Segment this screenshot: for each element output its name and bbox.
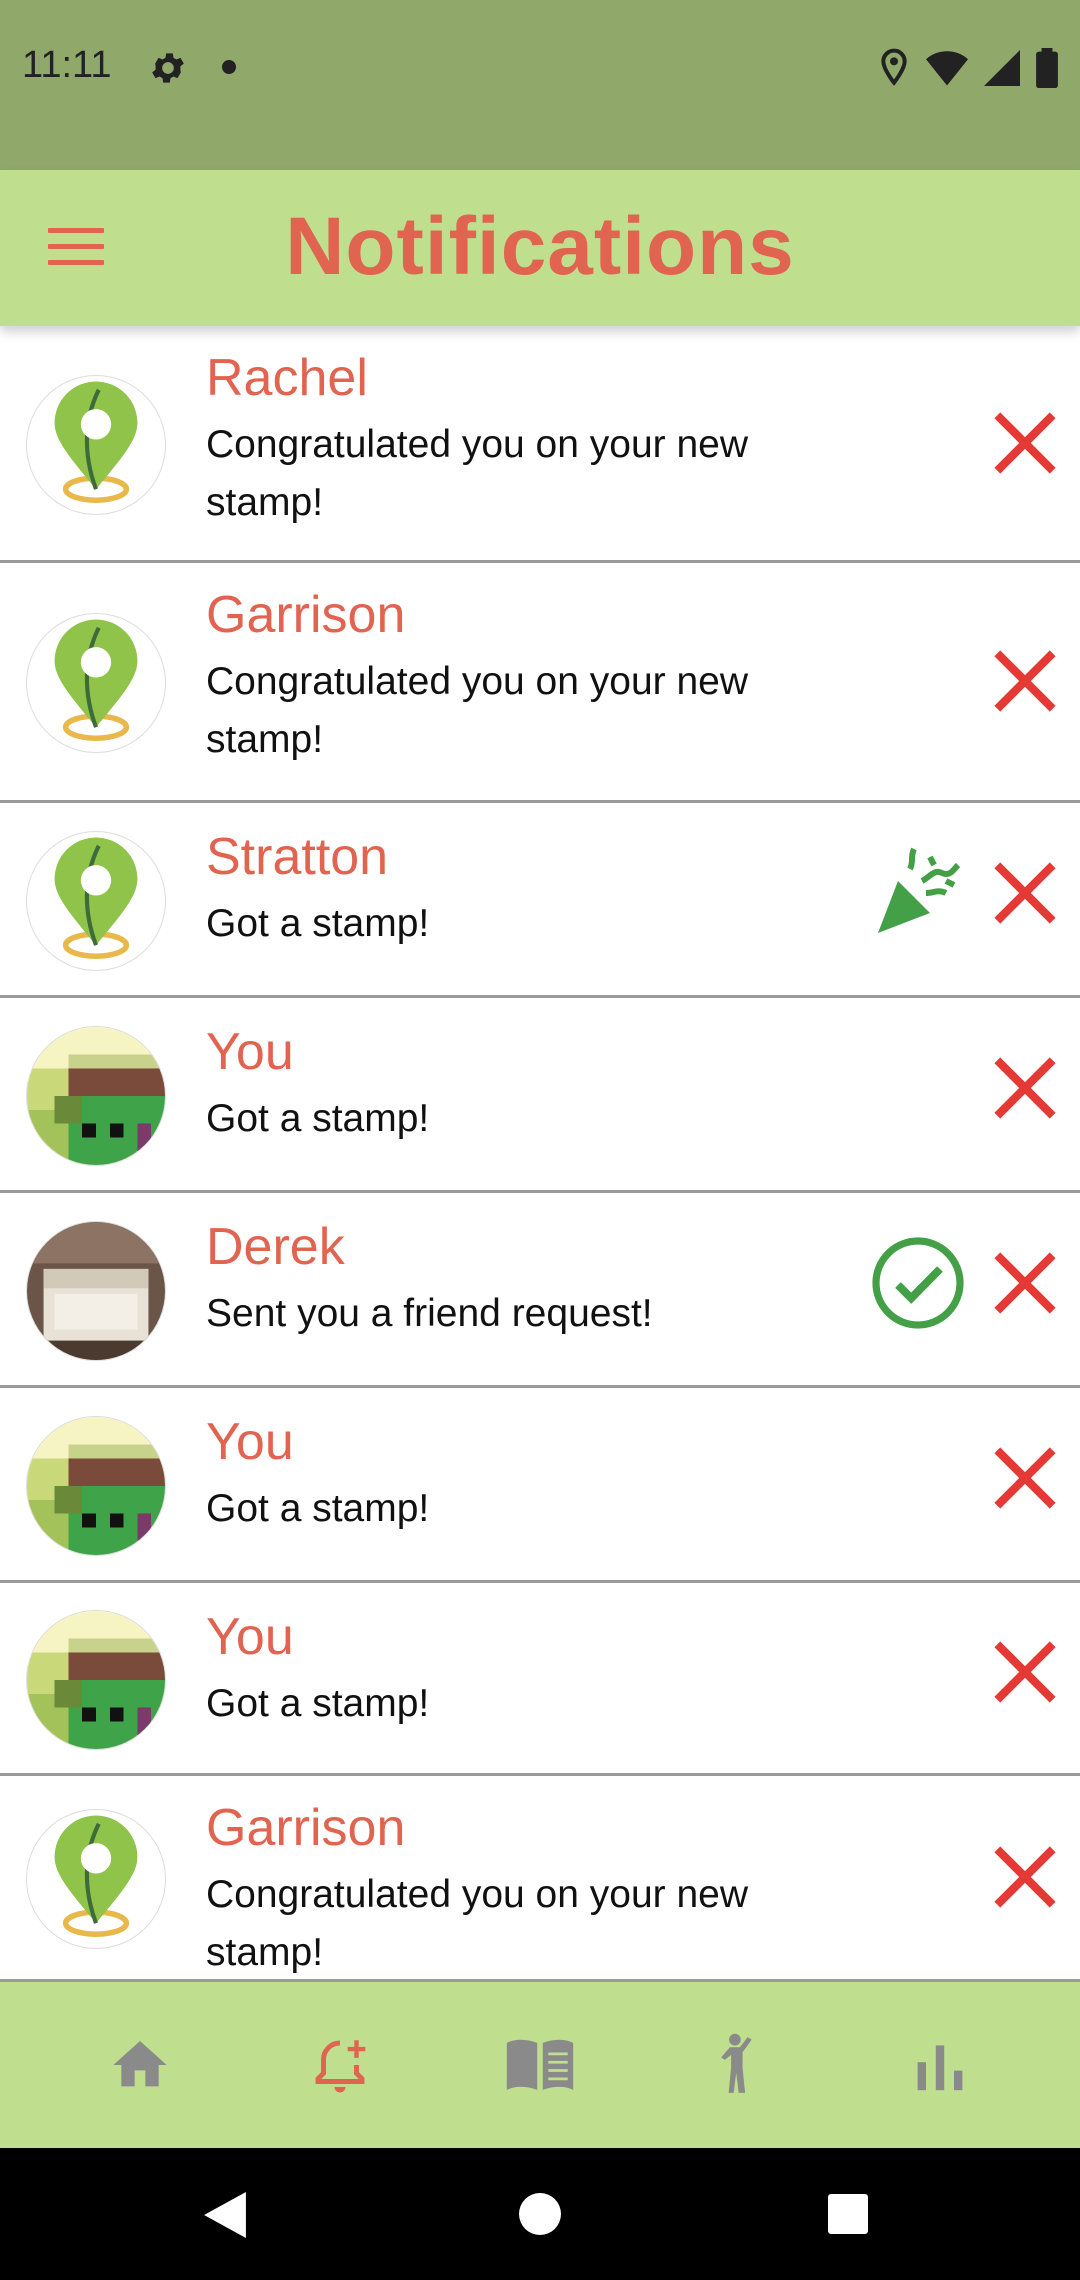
close-icon[interactable] [992,410,1058,476]
sender-name: Stratton [206,828,389,886]
avatar [26,1221,166,1361]
map-pin-icon [26,613,166,753]
notification-row[interactable]: Garrison Congratulated you on your new s… [0,1776,1080,1982]
notification-message: Sent you a friend request! [206,1292,653,1335]
close-icon[interactable] [992,648,1058,714]
close-icon[interactable] [992,1250,1058,1316]
sender-name: Garrison [206,1799,406,1857]
book-icon [506,2039,574,2090]
sender-name: You [206,1023,294,1081]
notification-message: Got a stamp! [206,1487,430,1530]
home-circle-icon[interactable] [519,2193,561,2235]
nav-book[interactable] [500,2025,580,2105]
map-pin-icon [26,831,166,971]
status-bar: 11:11 [0,0,1080,170]
notification-row[interactable]: Garrison Congratulated you on your new s… [0,563,1080,803]
notification-dot [222,60,236,74]
avatar [26,1026,166,1166]
sender-name: Garrison [206,586,406,644]
close-icon[interactable] [992,1445,1058,1511]
back-icon[interactable] [204,2192,246,2238]
notification-add-icon [315,2040,366,2093]
notification-message: Got a stamp! [206,1097,430,1140]
notification-row[interactable]: You Got a stamp! [0,1583,1080,1776]
map-pin-icon [26,1809,166,1949]
party-popper-icon[interactable] [870,845,966,941]
avatar [26,1416,166,1556]
nav-person[interactable] [700,2025,780,2105]
sender-name: You [206,1413,294,1471]
notification-message: Got a stamp! [206,1682,430,1725]
signal-icon [984,50,1020,86]
wifi-icon [926,51,968,86]
nav-notifications[interactable] [300,2025,380,2105]
notification-row[interactable]: Rachel Congratulated you on your new sta… [0,326,1080,563]
notification-message: Congratulated you on your new stamp! [206,660,749,761]
close-icon[interactable] [992,1844,1058,1910]
notification-row[interactable]: You Got a stamp! [0,1388,1080,1583]
person-waving-icon [721,2033,752,2093]
notification-row[interactable]: Derek Sent you a friend request! [0,1193,1080,1388]
map-pin-icon [26,375,166,515]
bar-chart-icon [917,2045,963,2091]
sender-name: Rachel [206,349,368,407]
notification-row[interactable]: Stratton Got a stamp! [0,803,1080,998]
system-navigation-bar [0,2148,1080,2280]
nav-stats[interactable] [900,2025,980,2105]
bottom-navigation [0,1982,1080,2148]
notification-list[interactable]: Rachel Congratulated you on your new sta… [0,326,1080,1982]
close-icon[interactable] [992,1055,1058,1121]
avatar [26,1610,166,1750]
close-icon[interactable] [992,1639,1058,1705]
battery-icon [1036,48,1058,88]
check-circle-icon[interactable] [870,1235,966,1331]
notification-message: Congratulated you on your new stamp! [206,1873,749,1974]
location-icon [881,48,907,86]
page-title: Notifications [285,201,795,292]
close-icon[interactable] [992,860,1058,926]
notification-row[interactable]: You Got a stamp! [0,998,1080,1193]
nav-home[interactable] [100,2025,180,2105]
recents-square-icon[interactable] [828,2194,868,2234]
notification-message: Got a stamp! [206,902,430,945]
status-icons [878,46,1058,90]
home-icon [113,2041,167,2087]
sender-name: Derek [206,1218,345,1276]
app-bar: Notifications [0,170,1080,326]
settings-gear-icon [152,53,184,83]
status-time: 11:11 [22,44,112,86]
notification-message: Congratulated you on your new stamp! [206,423,749,524]
sender-name: You [206,1608,294,1666]
